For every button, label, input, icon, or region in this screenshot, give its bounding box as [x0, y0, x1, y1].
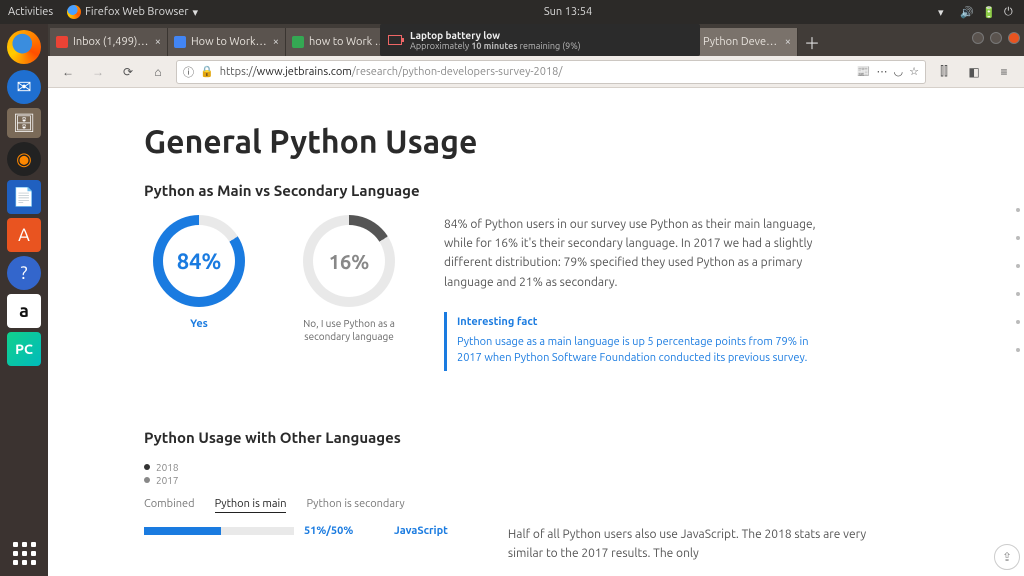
- network-icon[interactable]: ▾: [938, 6, 950, 18]
- volume-icon[interactable]: 🔊: [960, 6, 972, 18]
- donut-yes-value: 84%: [163, 225, 235, 297]
- section-heading-other-languages: Python Usage with Other Languages: [144, 429, 924, 446]
- active-app-label: Firefox Web Browser: [85, 6, 188, 18]
- close-icon[interactable]: ×: [155, 36, 161, 48]
- survey-paragraph: 84% of Python users in our survey use Py…: [444, 215, 844, 292]
- dock-software[interactable]: A: [7, 218, 41, 252]
- year-legend: 2018 2017: [144, 462, 924, 486]
- site-info-icon[interactable]: ⓘ: [183, 64, 194, 80]
- bar-row-javascript: 51%/50% JavaScript: [144, 525, 448, 537]
- tab-python-main[interactable]: Python is main: [215, 498, 287, 513]
- notification-body: Approximately 10 minutes remaining (9%): [410, 41, 581, 51]
- donut-yes: 84% Yes: [144, 215, 254, 371]
- donut-yes-chart: 84%: [153, 215, 245, 307]
- legend-dot-2018: [144, 464, 150, 470]
- dock-firefox[interactable]: [5, 28, 43, 66]
- tab-python-secondary[interactable]: Python is secondary: [306, 498, 404, 513]
- page-title: General Python Usage: [144, 124, 924, 160]
- share-button[interactable]: ⇪: [994, 544, 1020, 570]
- legend-dot-2017: [144, 477, 150, 483]
- donut-yes-label: Yes: [144, 317, 254, 331]
- minimize-button[interactable]: [972, 32, 984, 44]
- dock-writer[interactable]: 📄: [7, 180, 41, 214]
- battery-low-icon: [388, 35, 402, 45]
- section-heading-main-vs-secondary: Python as Main vs Secondary Language: [144, 182, 924, 199]
- ubuntu-dock: ✉ 🗄 ◉ 📄 A ? a PC: [0, 24, 48, 576]
- page-actions-icon[interactable]: ⋯: [877, 65, 888, 78]
- section-nav-dots[interactable]: [1016, 208, 1024, 352]
- show-applications-button[interactable]: [7, 536, 41, 570]
- activities-button[interactable]: Activities: [8, 6, 53, 18]
- donut-no-value: 16%: [313, 225, 385, 297]
- gdocs-icon: [174, 36, 186, 48]
- power-icon[interactable]: ⏻: [1004, 6, 1016, 18]
- firefox-window: Inbox (1,499) - i16…× How to Work With…×…: [48, 24, 1024, 576]
- maximize-button[interactable]: [990, 32, 1002, 44]
- dock-thunderbird[interactable]: ✉: [7, 70, 41, 104]
- page-content: General Python Usage Python as Main vs S…: [48, 88, 1024, 576]
- new-tab-button[interactable]: ＋: [798, 28, 826, 56]
- interesting-fact-box: Interesting fact Python usage as a main …: [444, 312, 844, 371]
- dock-rhythmbox[interactable]: ◉: [7, 142, 41, 176]
- bookmark-star-icon[interactable]: ☆: [909, 65, 919, 78]
- back-button[interactable]: ←: [56, 60, 80, 84]
- tab-combined[interactable]: Combined: [144, 498, 195, 513]
- google-icon: [292, 36, 304, 48]
- clock[interactable]: Sun 13:54: [198, 6, 938, 18]
- chart-tabs: Combined Python is main Python is second…: [144, 498, 924, 513]
- library-icon[interactable]: ⫿⫿: [932, 60, 956, 84]
- gmail-icon: [56, 36, 68, 48]
- bar-javascript: [144, 527, 294, 535]
- notification-title: Laptop battery low: [410, 30, 581, 41]
- donut-no-label: No, I use Python as a secondary language: [294, 317, 404, 343]
- nav-toolbar: ← → ⟳ ⌂ ⓘ 🔒 https://www.jetbrains.com/re…: [48, 56, 1024, 88]
- page-viewport[interactable]: General Python Usage Python as Main vs S…: [48, 88, 1024, 576]
- sidebar-icon[interactable]: ◧: [962, 60, 986, 84]
- hamburger-menu-icon[interactable]: ≡: [992, 60, 1016, 84]
- gnome-menubar: Activities Firefox Web Browser ▾ Sun 13:…: [0, 0, 1024, 24]
- forward-button[interactable]: →: [86, 60, 110, 84]
- fact-title: Interesting fact: [457, 316, 834, 328]
- url-text: https://www.jetbrains.com/research/pytho…: [220, 66, 563, 78]
- dock-help[interactable]: ?: [7, 256, 41, 290]
- home-button[interactable]: ⌂: [146, 60, 170, 84]
- active-app-indicator[interactable]: Firefox Web Browser ▾: [67, 5, 198, 19]
- donut-no: 16% No, I use Python as a secondary lang…: [294, 215, 404, 371]
- bar-language-label: JavaScript: [394, 525, 448, 537]
- close-icon[interactable]: ×: [273, 36, 279, 48]
- tab-docs[interactable]: How to Work With…×: [168, 28, 286, 56]
- battery-icon[interactable]: 🔋: [982, 6, 994, 18]
- tab-inbox[interactable]: Inbox (1,499) - i16…×: [50, 28, 168, 56]
- pocket-icon[interactable]: ◡: [894, 65, 904, 78]
- url-bar[interactable]: ⓘ 🔒 https://www.jetbrains.com/research/p…: [176, 60, 926, 84]
- firefox-icon: [7, 30, 41, 64]
- other-languages-paragraph: Half of all Python users also use JavaSc…: [508, 525, 888, 563]
- dock-pycharm[interactable]: PC: [7, 332, 41, 366]
- dock-files[interactable]: 🗄: [7, 108, 41, 138]
- reload-button[interactable]: ⟳: [116, 60, 140, 84]
- close-button[interactable]: [1008, 32, 1020, 44]
- donut-no-chart: 16%: [303, 215, 395, 307]
- close-icon[interactable]: ×: [785, 36, 791, 48]
- battery-low-notification[interactable]: Laptop battery low Approximately 10 minu…: [380, 24, 700, 56]
- dock-amazon[interactable]: a: [7, 294, 41, 328]
- reader-mode-icon[interactable]: 📰: [857, 65, 871, 78]
- bar-pct: 51%/50%: [304, 525, 384, 537]
- firefox-icon: [67, 5, 81, 19]
- window-controls: [972, 24, 1020, 52]
- fact-body: Python usage as a main language is up 5 …: [457, 334, 834, 367]
- lock-icon: 🔒: [200, 65, 214, 78]
- donut-chart-group: 84% Yes 16% No, I use Python as a second…: [144, 215, 404, 371]
